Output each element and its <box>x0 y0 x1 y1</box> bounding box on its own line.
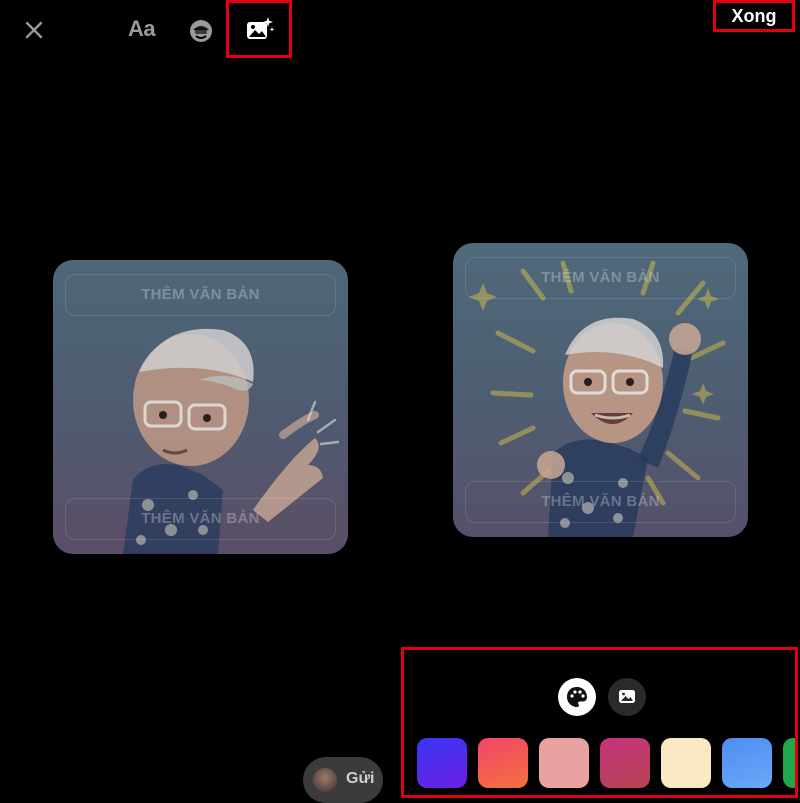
send-button[interactable]: Gửi <box>303 757 383 803</box>
close-icon[interactable] <box>22 18 46 42</box>
done-highlight: Xong <box>713 0 795 32</box>
color-swatch[interactable] <box>722 738 772 788</box>
color-swatch[interactable] <box>478 738 528 788</box>
add-text-slot-bottom[interactable]: THÊM VĂN BẢN <box>65 498 336 540</box>
color-swatch[interactable] <box>417 738 467 788</box>
done-button[interactable]: Xong <box>716 6 792 27</box>
color-swatch[interactable] <box>600 738 650 788</box>
image-sparkle-icon[interactable] <box>245 15 275 45</box>
add-text-slot-top[interactable]: THÊM VĂN BẢN <box>465 257 736 299</box>
sticker-icon[interactable] <box>188 18 214 44</box>
image-generate-highlight <box>226 0 292 58</box>
avatar <box>313 768 337 792</box>
send-label: Gửi <box>346 770 375 787</box>
color-swatch[interactable] <box>661 738 711 788</box>
sticker-card-left[interactable]: THÊM VĂN BẢN THÊM VĂN BẢN <box>53 260 348 554</box>
add-text-slot-bottom[interactable]: THÊM VĂN BẢN <box>465 481 736 523</box>
color-swatch[interactable] <box>539 738 589 788</box>
sticker-card-right[interactable]: THÊM VĂN BẢN THÊM VĂN BẢN <box>453 243 748 537</box>
text-tool-button[interactable]: Aa <box>128 16 156 42</box>
mode-palette[interactable] <box>558 678 596 716</box>
background-panel <box>401 647 798 798</box>
image-icon <box>619 690 635 703</box>
add-text-slot-top[interactable]: THÊM VĂN BẢN <box>65 274 336 316</box>
color-swatch[interactable] <box>783 738 795 788</box>
mode-image[interactable] <box>608 678 646 716</box>
palette-icon <box>567 687 587 707</box>
